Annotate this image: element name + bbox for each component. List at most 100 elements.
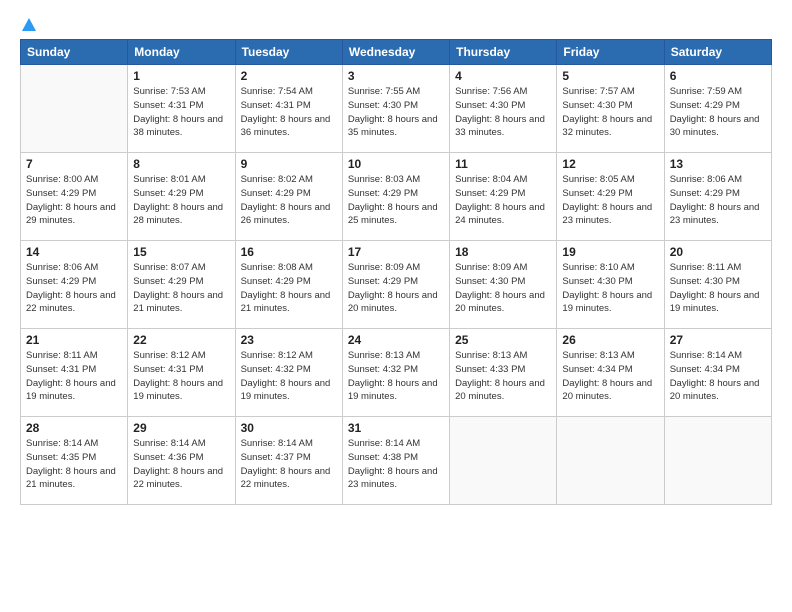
day-cell: 14 Sunrise: 8:06 AMSunset: 4:29 PMDaylig…: [21, 241, 128, 329]
day-cell: 11 Sunrise: 8:04 AMSunset: 4:29 PMDaylig…: [450, 153, 557, 241]
day-cell: 16 Sunrise: 8:08 AMSunset: 4:29 PMDaylig…: [235, 241, 342, 329]
weekday-header-tuesday: Tuesday: [235, 40, 342, 65]
day-info: Sunrise: 8:00 AMSunset: 4:29 PMDaylight:…: [26, 173, 122, 228]
day-cell: 19 Sunrise: 8:10 AMSunset: 4:30 PMDaylig…: [557, 241, 664, 329]
day-cell: [21, 65, 128, 153]
day-number: 11: [455, 157, 551, 171]
day-info: Sunrise: 8:06 AMSunset: 4:29 PMDaylight:…: [26, 261, 122, 316]
day-cell: 23 Sunrise: 8:12 AMSunset: 4:32 PMDaylig…: [235, 329, 342, 417]
calendar-table: SundayMondayTuesdayWednesdayThursdayFrid…: [20, 39, 772, 505]
weekday-header-wednesday: Wednesday: [342, 40, 449, 65]
day-number: 19: [562, 245, 658, 259]
day-number: 13: [670, 157, 766, 171]
weekday-header-sunday: Sunday: [21, 40, 128, 65]
day-info: Sunrise: 8:14 AMSunset: 4:35 PMDaylight:…: [26, 437, 122, 492]
day-cell: 9 Sunrise: 8:02 AMSunset: 4:29 PMDayligh…: [235, 153, 342, 241]
day-info: Sunrise: 8:13 AMSunset: 4:32 PMDaylight:…: [348, 349, 444, 404]
weekday-header-row: SundayMondayTuesdayWednesdayThursdayFrid…: [21, 40, 772, 65]
day-info: Sunrise: 8:12 AMSunset: 4:31 PMDaylight:…: [133, 349, 229, 404]
day-cell: 2 Sunrise: 7:54 AMSunset: 4:31 PMDayligh…: [235, 65, 342, 153]
day-info: Sunrise: 8:14 AMSunset: 4:34 PMDaylight:…: [670, 349, 766, 404]
day-cell: 7 Sunrise: 8:00 AMSunset: 4:29 PMDayligh…: [21, 153, 128, 241]
day-info: Sunrise: 7:53 AMSunset: 4:31 PMDaylight:…: [133, 85, 229, 140]
day-number: 29: [133, 421, 229, 435]
day-info: Sunrise: 8:01 AMSunset: 4:29 PMDaylight:…: [133, 173, 229, 228]
week-row-3: 14 Sunrise: 8:06 AMSunset: 4:29 PMDaylig…: [21, 241, 772, 329]
day-cell: 6 Sunrise: 7:59 AMSunset: 4:29 PMDayligh…: [664, 65, 771, 153]
weekday-header-friday: Friday: [557, 40, 664, 65]
weekday-header-monday: Monday: [128, 40, 235, 65]
day-number: 15: [133, 245, 229, 259]
day-cell: [450, 417, 557, 505]
day-number: 2: [241, 69, 337, 83]
day-number: 21: [26, 333, 122, 347]
day-number: 25: [455, 333, 551, 347]
day-number: 22: [133, 333, 229, 347]
day-number: 23: [241, 333, 337, 347]
weekday-header-saturday: Saturday: [664, 40, 771, 65]
day-number: 3: [348, 69, 444, 83]
logo-triangle-icon: [22, 18, 36, 31]
day-number: 14: [26, 245, 122, 259]
day-number: 8: [133, 157, 229, 171]
day-number: 9: [241, 157, 337, 171]
day-info: Sunrise: 7:59 AMSunset: 4:29 PMDaylight:…: [670, 85, 766, 140]
day-number: 6: [670, 69, 766, 83]
week-row-5: 28 Sunrise: 8:14 AMSunset: 4:35 PMDaylig…: [21, 417, 772, 505]
day-number: 31: [348, 421, 444, 435]
day-info: Sunrise: 7:54 AMSunset: 4:31 PMDaylight:…: [241, 85, 337, 140]
day-number: 5: [562, 69, 658, 83]
day-number: 10: [348, 157, 444, 171]
day-cell: 15 Sunrise: 8:07 AMSunset: 4:29 PMDaylig…: [128, 241, 235, 329]
day-cell: [664, 417, 771, 505]
day-info: Sunrise: 8:14 AMSunset: 4:38 PMDaylight:…: [348, 437, 444, 492]
day-info: Sunrise: 8:10 AMSunset: 4:30 PMDaylight:…: [562, 261, 658, 316]
day-number: 18: [455, 245, 551, 259]
day-info: Sunrise: 7:56 AMSunset: 4:30 PMDaylight:…: [455, 85, 551, 140]
day-number: 27: [670, 333, 766, 347]
day-cell: 20 Sunrise: 8:11 AMSunset: 4:30 PMDaylig…: [664, 241, 771, 329]
day-number: 28: [26, 421, 122, 435]
day-cell: 5 Sunrise: 7:57 AMSunset: 4:30 PMDayligh…: [557, 65, 664, 153]
day-cell: 1 Sunrise: 7:53 AMSunset: 4:31 PMDayligh…: [128, 65, 235, 153]
day-cell: 27 Sunrise: 8:14 AMSunset: 4:34 PMDaylig…: [664, 329, 771, 417]
day-number: 30: [241, 421, 337, 435]
day-number: 24: [348, 333, 444, 347]
day-cell: 30 Sunrise: 8:14 AMSunset: 4:37 PMDaylig…: [235, 417, 342, 505]
day-cell: 10 Sunrise: 8:03 AMSunset: 4:29 PMDaylig…: [342, 153, 449, 241]
day-info: Sunrise: 8:11 AMSunset: 4:31 PMDaylight:…: [26, 349, 122, 404]
day-info: Sunrise: 8:09 AMSunset: 4:29 PMDaylight:…: [348, 261, 444, 316]
day-info: Sunrise: 7:57 AMSunset: 4:30 PMDaylight:…: [562, 85, 658, 140]
day-cell: 28 Sunrise: 8:14 AMSunset: 4:35 PMDaylig…: [21, 417, 128, 505]
week-row-1: 1 Sunrise: 7:53 AMSunset: 4:31 PMDayligh…: [21, 65, 772, 153]
day-cell: 24 Sunrise: 8:13 AMSunset: 4:32 PMDaylig…: [342, 329, 449, 417]
day-cell: 3 Sunrise: 7:55 AMSunset: 4:30 PMDayligh…: [342, 65, 449, 153]
day-info: Sunrise: 8:02 AMSunset: 4:29 PMDaylight:…: [241, 173, 337, 228]
day-cell: 4 Sunrise: 7:56 AMSunset: 4:30 PMDayligh…: [450, 65, 557, 153]
day-info: Sunrise: 8:04 AMSunset: 4:29 PMDaylight:…: [455, 173, 551, 228]
weekday-header-thursday: Thursday: [450, 40, 557, 65]
day-cell: 26 Sunrise: 8:13 AMSunset: 4:34 PMDaylig…: [557, 329, 664, 417]
day-cell: 29 Sunrise: 8:14 AMSunset: 4:36 PMDaylig…: [128, 417, 235, 505]
day-number: 16: [241, 245, 337, 259]
day-cell: 17 Sunrise: 8:09 AMSunset: 4:29 PMDaylig…: [342, 241, 449, 329]
day-info: Sunrise: 8:11 AMSunset: 4:30 PMDaylight:…: [670, 261, 766, 316]
day-info: Sunrise: 8:03 AMSunset: 4:29 PMDaylight:…: [348, 173, 444, 228]
day-number: 4: [455, 69, 551, 83]
day-cell: 25 Sunrise: 8:13 AMSunset: 4:33 PMDaylig…: [450, 329, 557, 417]
day-cell: 21 Sunrise: 8:11 AMSunset: 4:31 PMDaylig…: [21, 329, 128, 417]
day-cell: 22 Sunrise: 8:12 AMSunset: 4:31 PMDaylig…: [128, 329, 235, 417]
day-cell: 31 Sunrise: 8:14 AMSunset: 4:38 PMDaylig…: [342, 417, 449, 505]
day-number: 17: [348, 245, 444, 259]
day-info: Sunrise: 8:05 AMSunset: 4:29 PMDaylight:…: [562, 173, 658, 228]
calendar-page: SundayMondayTuesdayWednesdayThursdayFrid…: [0, 0, 792, 612]
week-row-4: 21 Sunrise: 8:11 AMSunset: 4:31 PMDaylig…: [21, 329, 772, 417]
day-number: 1: [133, 69, 229, 83]
day-cell: 8 Sunrise: 8:01 AMSunset: 4:29 PMDayligh…: [128, 153, 235, 241]
day-number: 7: [26, 157, 122, 171]
day-number: 12: [562, 157, 658, 171]
logo: [20, 18, 36, 29]
day-number: 26: [562, 333, 658, 347]
day-cell: 12 Sunrise: 8:05 AMSunset: 4:29 PMDaylig…: [557, 153, 664, 241]
header: [20, 18, 772, 29]
